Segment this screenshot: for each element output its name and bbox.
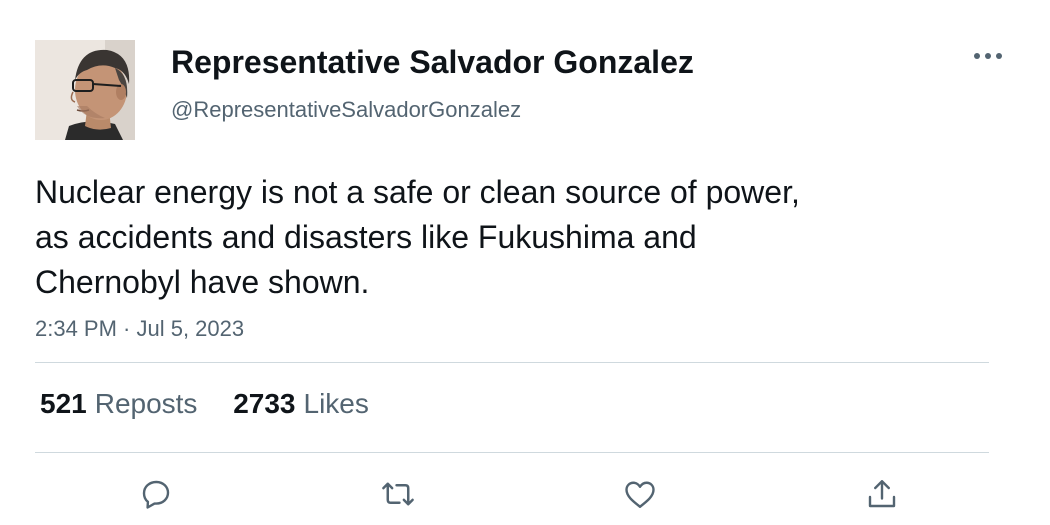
share-icon	[868, 480, 896, 508]
engagement-stats: 521 Reposts 2733 Likes	[40, 386, 397, 422]
more-icon	[974, 53, 1002, 59]
divider	[35, 452, 989, 453]
tweet-text: Nuclear energy is not a safe or clean so…	[35, 170, 935, 305]
tweet-timestamp[interactable]: 2:34 PM · Jul 5, 2023	[35, 314, 244, 344]
avatar[interactable]	[35, 40, 135, 140]
more-options-button[interactable]	[970, 42, 1006, 70]
divider	[35, 362, 989, 363]
likes-count: 2733	[233, 388, 296, 419]
tweet-text-line: as accidents and disasters like Fukushim…	[35, 219, 697, 255]
repost-icon	[382, 482, 414, 506]
tweet-text-line: Chernobyl have shown.	[35, 264, 370, 300]
reply-button[interactable]	[136, 474, 176, 514]
like-icon	[625, 481, 655, 508]
share-button[interactable]	[862, 474, 902, 514]
likes-stat[interactable]: 2733 Likes	[233, 386, 369, 422]
user-handle[interactable]: @RepresentativeSalvadorGonzalez	[171, 96, 521, 124]
like-button[interactable]	[620, 474, 660, 514]
tweet-text-line: Nuclear energy is not a safe or clean so…	[35, 174, 800, 210]
reply-icon	[142, 480, 170, 509]
reposts-stat[interactable]: 521 Reposts	[40, 386, 197, 422]
display-name[interactable]: Representative Salvador Gonzalez	[171, 42, 694, 82]
avatar-portrait	[35, 40, 135, 140]
tweet-card: Representative Salvador Gonzalez @Repres…	[0, 0, 1050, 525]
likes-label: Likes	[303, 388, 369, 419]
repost-button[interactable]	[378, 474, 418, 514]
reposts-label: Reposts	[94, 388, 198, 419]
reposts-count: 521	[40, 388, 87, 419]
